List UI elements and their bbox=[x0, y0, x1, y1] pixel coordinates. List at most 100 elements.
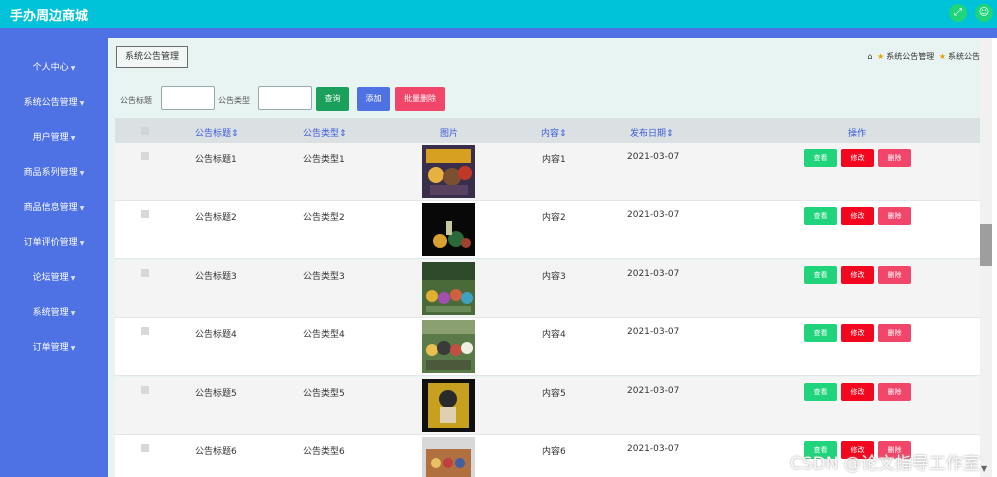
edit-button[interactable]: 修改 bbox=[841, 266, 874, 284]
row-checkbox[interactable] bbox=[141, 210, 149, 218]
user-icon[interactable]: ☺ bbox=[975, 4, 993, 22]
row-type: 公告类型4 bbox=[303, 330, 345, 340]
row-content: 内容4 bbox=[542, 330, 566, 340]
sidebar-item-orders[interactable]: 订单管理 ▼ bbox=[0, 340, 108, 353]
top-bar: 手办周边商城 ⤢ ☺ bbox=[0, 0, 997, 28]
row-content: 内容5 bbox=[542, 389, 566, 399]
table-header: 公告标题⇕ 公告类型⇕ 图片 内容⇕ 发布日期⇕ 操作 bbox=[115, 118, 988, 143]
edit-button[interactable]: 修改 bbox=[841, 324, 874, 342]
table-row: 公告标题1 公告类型1 内容1 2021-03-07 查看 修改 删除 bbox=[115, 143, 988, 201]
row-checkbox[interactable] bbox=[141, 152, 149, 160]
row-type: 公告类型1 bbox=[303, 155, 345, 165]
row-title: 公告标题6 bbox=[195, 447, 237, 457]
delete-button[interactable]: 删除 bbox=[878, 266, 911, 284]
fullscreen-icon[interactable]: ⤢ bbox=[949, 4, 967, 22]
sidebar-item-announcements[interactable]: 系统公告管理 ▼ bbox=[0, 95, 108, 108]
sidebar-item-order-reviews[interactable]: 订单评价管理 ▼ bbox=[0, 235, 108, 248]
type-search-label: 公告类型 bbox=[218, 96, 250, 105]
type-search-input[interactable] bbox=[258, 86, 312, 110]
delete-button[interactable]: 删除 bbox=[878, 324, 911, 342]
sidebar-item-label: 论坛管理 bbox=[32, 273, 69, 283]
row-checkbox[interactable] bbox=[141, 386, 149, 394]
column-header-image: 图片 bbox=[440, 129, 459, 139]
delete-button[interactable]: 删除 bbox=[878, 149, 911, 167]
sidebar-item-label: 系统管理 bbox=[32, 308, 69, 318]
figure-thumbnail[interactable] bbox=[422, 262, 475, 315]
column-header-type[interactable]: 公告类型⇕ bbox=[303, 126, 347, 139]
title-search-input[interactable] bbox=[161, 86, 215, 110]
app-title: 手办周边商城 bbox=[10, 9, 89, 24]
add-button[interactable]: 添加 bbox=[357, 87, 390, 111]
sidebar-item-label: 订单管理 bbox=[32, 343, 69, 353]
column-header-date[interactable]: 发布日期⇕ bbox=[630, 126, 674, 139]
row-date: 2021-03-07 bbox=[627, 444, 680, 454]
row-checkbox[interactable] bbox=[141, 327, 149, 335]
chevron-down-icon: ▼ bbox=[79, 170, 85, 177]
delete-button[interactable]: 删除 bbox=[878, 383, 911, 401]
delete-button[interactable]: 删除 bbox=[878, 207, 911, 225]
sidebar-item-product-series[interactable]: 商品系列管理 ▼ bbox=[0, 165, 108, 178]
row-date: 2021-03-07 bbox=[627, 327, 680, 337]
figure-thumbnail[interactable] bbox=[422, 145, 475, 198]
figure-thumbnail[interactable] bbox=[422, 320, 475, 373]
row-title: 公告标题2 bbox=[195, 213, 237, 223]
chevron-down-icon: ▼ bbox=[70, 275, 76, 282]
batch-delete-button[interactable]: 批量删除 bbox=[395, 87, 445, 111]
view-button[interactable]: 查看 bbox=[804, 149, 837, 167]
sidebar-item-label: 个人中心 bbox=[32, 63, 69, 73]
row-type: 公告类型3 bbox=[303, 272, 345, 282]
select-all-checkbox[interactable] bbox=[141, 127, 149, 135]
row-type: 公告类型5 bbox=[303, 389, 345, 399]
chevron-down-icon: ▼ bbox=[70, 65, 76, 72]
breadcrumb-item[interactable]: 系统公告管理 bbox=[886, 52, 934, 61]
sidebar-item-forum[interactable]: 论坛管理 ▼ bbox=[0, 270, 108, 283]
section-title: 系统公告管理 bbox=[116, 46, 189, 68]
sidebar-item-users[interactable]: 用户管理 ▼ bbox=[0, 130, 108, 143]
sidebar-item-personal-center[interactable]: 个人中心 ▼ bbox=[0, 60, 108, 73]
scroll-down-icon[interactable]: ▼ bbox=[981, 464, 987, 473]
sidebar-item-system[interactable]: 系统管理 ▼ bbox=[0, 305, 108, 318]
home-icon[interactable]: ⌂ bbox=[867, 52, 872, 61]
chevron-down-icon: ▼ bbox=[79, 240, 85, 247]
row-content: 内容1 bbox=[542, 155, 566, 165]
edit-button[interactable]: 修改 bbox=[841, 383, 874, 401]
sidebar-item-label: 商品信息管理 bbox=[23, 203, 78, 213]
watermark: CSDN @论文指导工作室 bbox=[790, 454, 980, 474]
header-strip bbox=[0, 28, 997, 38]
view-button[interactable]: 查看 bbox=[804, 324, 837, 342]
column-header-title[interactable]: 公告标题⇕ bbox=[195, 126, 239, 139]
table-row: 公告标题5 公告类型5 内容5 2021-03-07 查看 修改 删除 bbox=[115, 377, 988, 435]
scrollbar-thumb[interactable] bbox=[980, 224, 992, 266]
row-checkbox[interactable] bbox=[141, 269, 149, 277]
edit-button[interactable]: 修改 bbox=[841, 207, 874, 225]
star-icon: ★ bbox=[938, 52, 946, 61]
row-date: 2021-03-07 bbox=[627, 210, 680, 220]
row-date: 2021-03-07 bbox=[627, 386, 680, 396]
row-title: 公告标题1 bbox=[195, 155, 237, 165]
view-button[interactable]: 查看 bbox=[804, 207, 837, 225]
row-checkbox[interactable] bbox=[141, 444, 149, 452]
main-content: 系统公告管理 ⌂ ★系统公告管理 ★系统公告列表 公告标题 公告类型 查询 添加… bbox=[108, 38, 988, 477]
figure-thumbnail[interactable] bbox=[422, 203, 475, 256]
view-button[interactable]: 查看 bbox=[804, 266, 837, 284]
star-icon: ★ bbox=[877, 52, 885, 61]
query-button[interactable]: 查询 bbox=[316, 87, 349, 111]
row-date: 2021-03-07 bbox=[627, 152, 680, 162]
figure-thumbnail[interactable] bbox=[422, 437, 475, 477]
vertical-scrollbar[interactable]: ▼ bbox=[980, 38, 992, 477]
row-content: 内容3 bbox=[542, 272, 566, 282]
table-row: 公告标题2 公告类型2 内容2 2021-03-07 查看 修改 删除 bbox=[115, 201, 988, 259]
figure-thumbnail[interactable] bbox=[422, 379, 475, 432]
edit-button[interactable]: 修改 bbox=[841, 149, 874, 167]
table-row: 公告标题4 公告类型4 内容4 2021-03-07 查看 修改 删除 bbox=[115, 318, 988, 376]
view-button[interactable]: 查看 bbox=[804, 383, 837, 401]
chevron-down-icon: ▼ bbox=[70, 310, 76, 317]
column-header-content[interactable]: 内容⇕ bbox=[541, 126, 567, 139]
sidebar-item-label: 用户管理 bbox=[32, 133, 69, 143]
chevron-down-icon: ▼ bbox=[70, 135, 76, 142]
title-search-label: 公告标题 bbox=[120, 96, 152, 105]
row-content: 内容6 bbox=[542, 447, 566, 457]
sidebar: 个人中心 ▼ 系统公告管理 ▼ 用户管理 ▼ 商品系列管理 ▼ 商品信息管理 ▼ 订单评价… bbox=[0, 38, 108, 477]
sidebar-item-product-info[interactable]: 商品信息管理 ▼ bbox=[0, 200, 108, 213]
row-title: 公告标题5 bbox=[195, 389, 237, 399]
